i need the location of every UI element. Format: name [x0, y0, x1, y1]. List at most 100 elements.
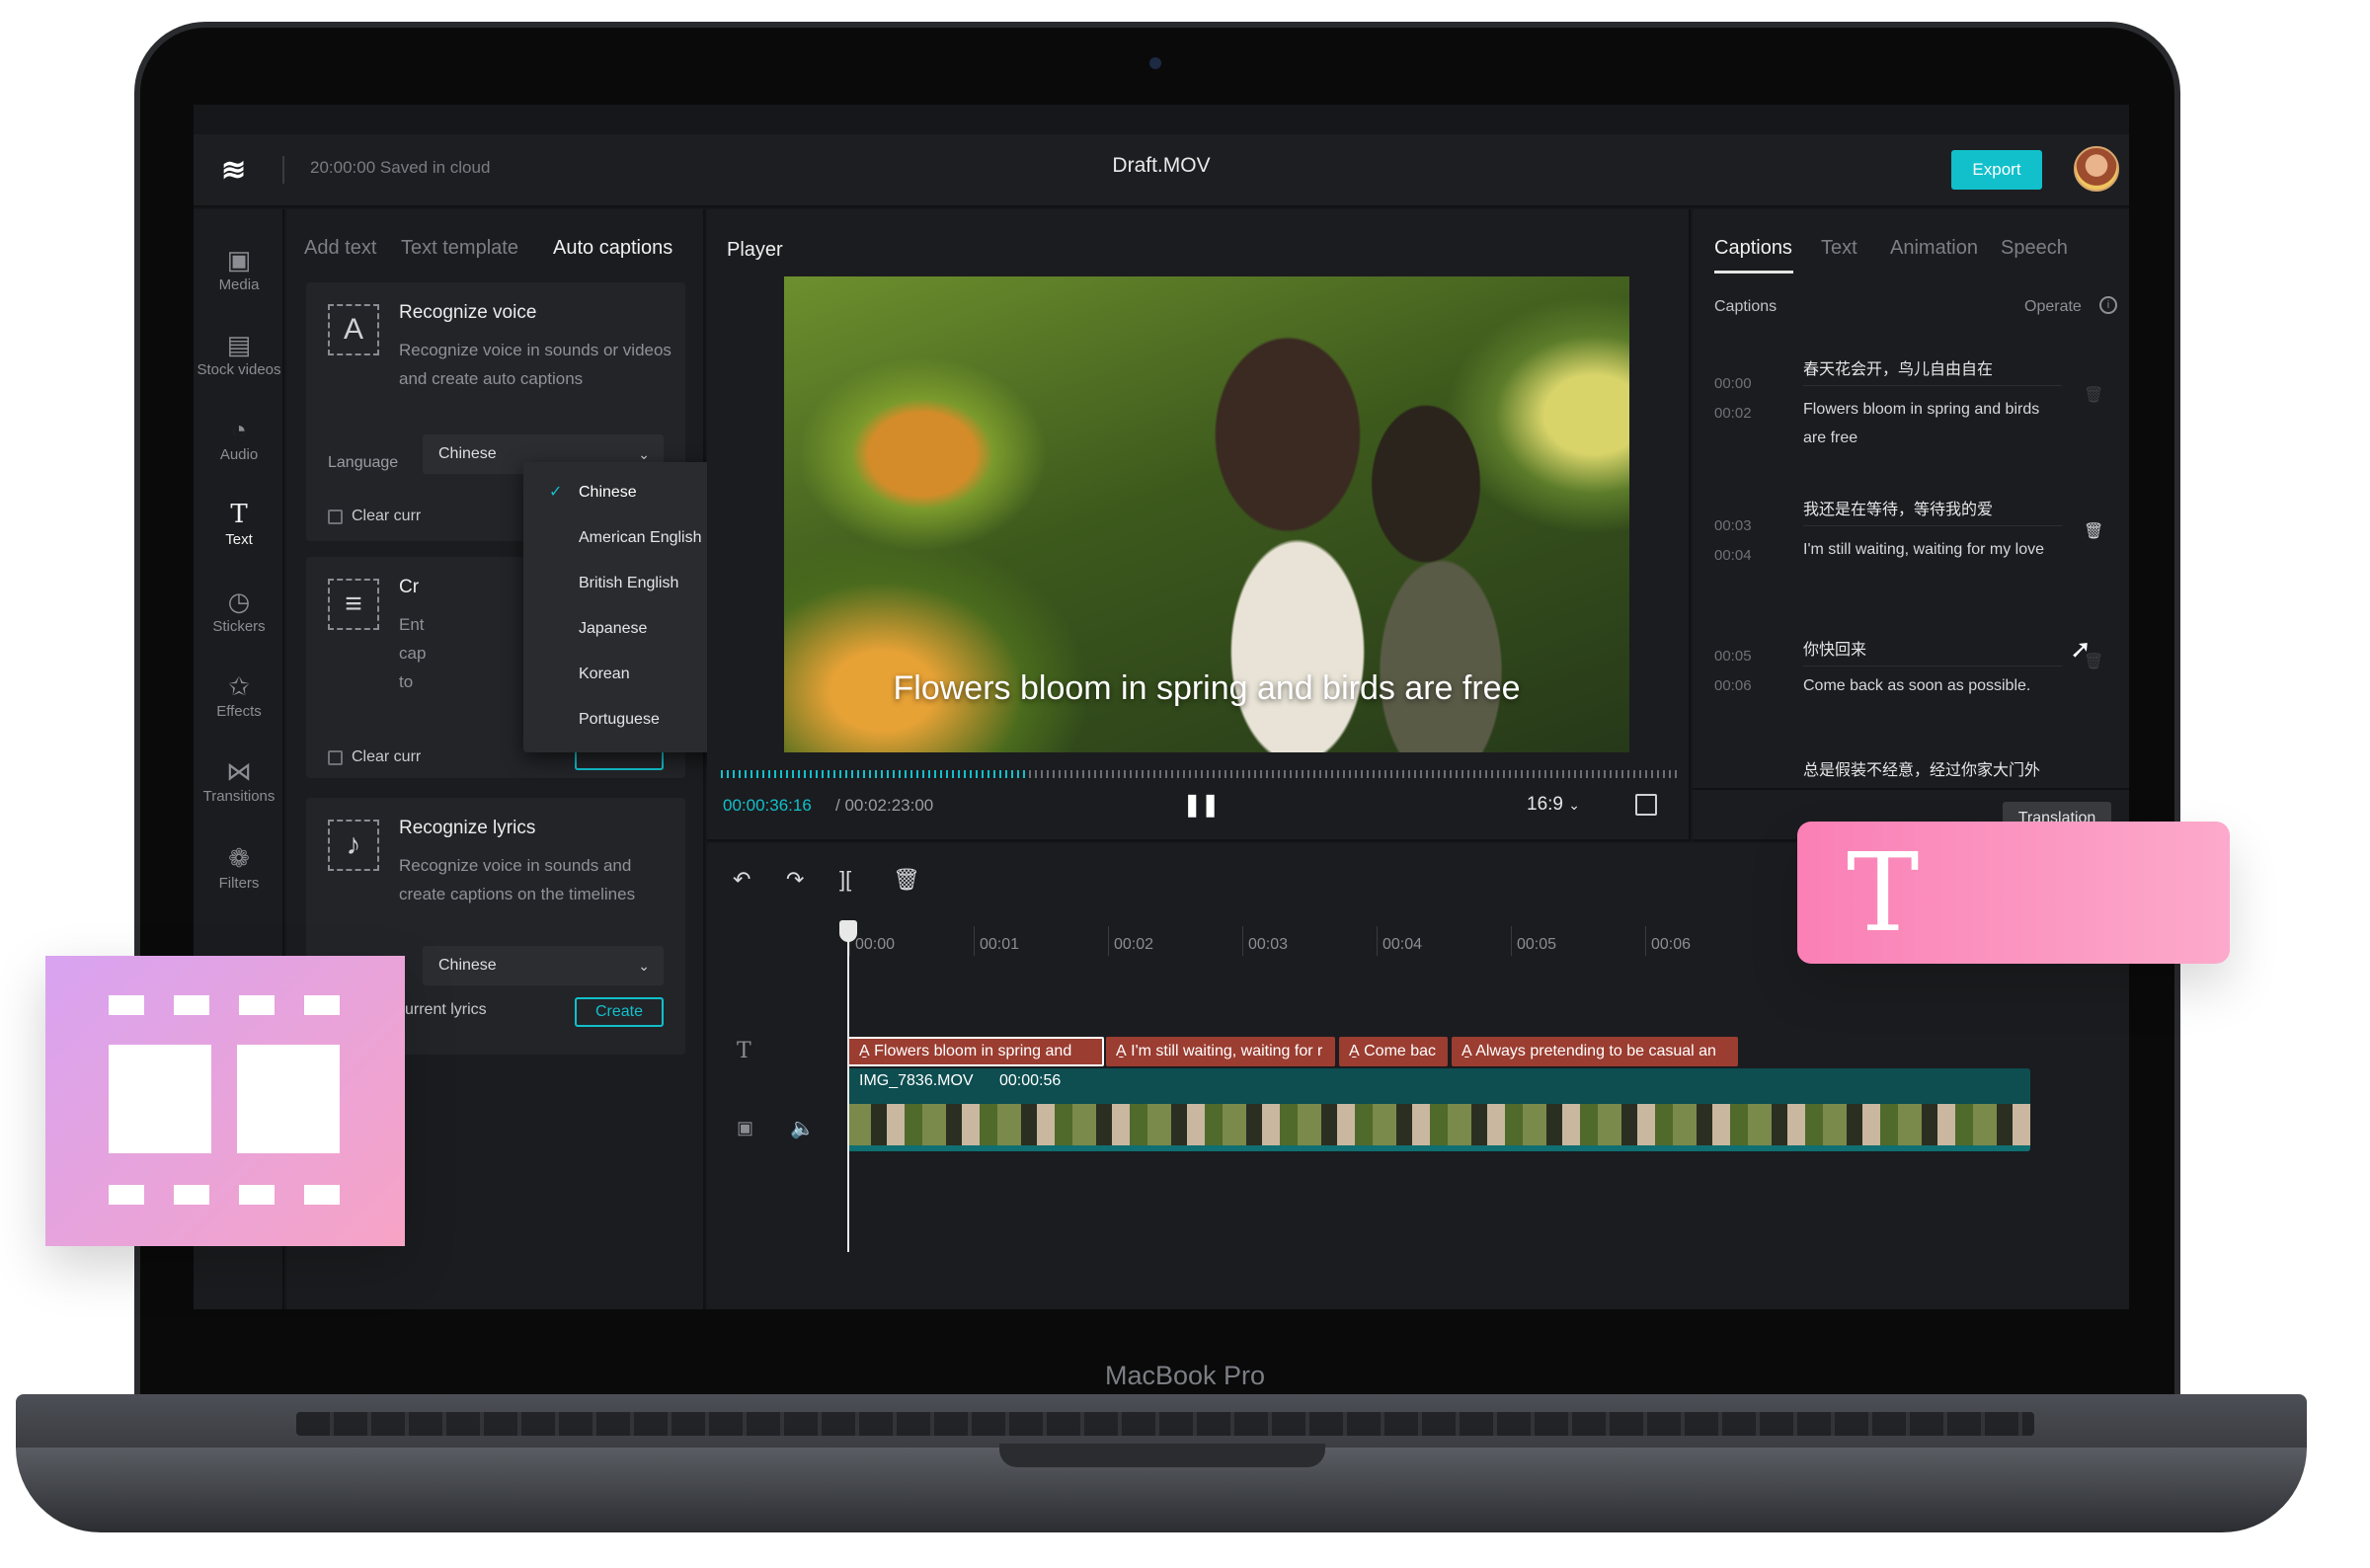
rail-item-media[interactable]: ▣ Media: [194, 243, 284, 293]
card-title: Recognize lyrics: [399, 818, 536, 838]
captions-panel: Captions Text Animation Speech Captions …: [1693, 209, 2129, 841]
film-hole: [304, 1185, 340, 1205]
recognize-lyrics-icon: ♪: [328, 820, 379, 871]
clear-checkbox[interactable]: [328, 750, 343, 765]
fullscreen-icon[interactable]: [1635, 794, 1657, 816]
volume-icon[interactable]: 🔈: [790, 1116, 815, 1140]
lyrics-language-select[interactable]: Chinese ⌄: [423, 946, 664, 985]
video-preview[interactable]: Flowers bloom in spring and birds are fr…: [784, 276, 1629, 752]
export-button[interactable]: Export: [1951, 150, 2042, 190]
active-tab-indicator: [1714, 271, 1793, 274]
card-title: Recognize voice: [399, 302, 537, 323]
rail-label: Stock videos: [197, 361, 281, 378]
caption-english[interactable]: I'm still waiting, waiting for my love: [1803, 535, 2062, 564]
tab-auto-captions[interactable]: Auto captions: [553, 237, 672, 260]
rail-label: Effects: [216, 703, 262, 720]
caption-end: 00:06: [1714, 677, 1752, 694]
clip-label: I'm still waiting, waiting for r: [1131, 1043, 1323, 1059]
ratio-value: 16:9: [1527, 794, 1563, 815]
device-brand: MacBook Pro: [1104, 1361, 1266, 1390]
tab-text-template[interactable]: Text template: [401, 237, 518, 260]
text-clip-icon: A̱: [859, 1043, 870, 1059]
tab-text[interactable]: Text: [1821, 237, 1857, 260]
text-icon: T: [1847, 829, 1920, 956]
text-clip[interactable]: A̱ Always pretending to be casual an: [1452, 1037, 1738, 1066]
rail-label: Stickers: [212, 618, 266, 635]
tab-captions[interactable]: Captions: [1714, 237, 1792, 260]
clip-label: Come bac: [1364, 1043, 1437, 1059]
chevron-down-icon: ⌄: [1568, 797, 1580, 813]
caption-chinese: 总是假装不经意，经过你家大门外: [1803, 762, 2041, 779]
trash-icon[interactable]: 🗑: [2084, 521, 2103, 541]
text-clip[interactable]: A̱ Flowers bloom in spring and: [847, 1037, 1104, 1066]
select-value: Chinese: [438, 957, 497, 974]
caption-end: 00:02: [1714, 405, 1752, 422]
ruler-label: 00:00: [855, 936, 896, 953]
video-track-icon: ▣: [737, 1118, 754, 1137]
clear-checkbox[interactable]: [328, 510, 343, 524]
caption-english[interactable]: Flowers bloom in spring and birds are fr…: [1803, 395, 2062, 452]
rail-item-stickers[interactable]: ◷ Stickers: [194, 585, 284, 635]
rail-label: Media: [218, 276, 260, 293]
audio-icon: ◔: [231, 415, 247, 444]
caption-chinese: 春天花会开，鸟儿自由自在: [1803, 361, 1994, 378]
laptop-notch: [999, 1444, 1325, 1467]
split-icon[interactable]: ][: [839, 867, 851, 893]
clear-lyrics-label: urrent lyrics: [405, 1001, 487, 1018]
text-feature-card: T: [1797, 822, 2230, 964]
app-window: ≋ 20:00:00 Saved in cloud Draft.MOV Expo…: [194, 105, 2129, 1309]
rail-label: Audio: [219, 446, 259, 463]
pause-icon[interactable]: ❚❚: [1183, 792, 1220, 818]
caption-english[interactable]: Come back as soon as possible.: [1803, 671, 2062, 700]
video-clip[interactable]: IMG_7836.MOV 00:00:56: [847, 1068, 2030, 1151]
rail-item-effects[interactable]: ✩ Effects: [194, 669, 284, 720]
current-time: 00:00:36:16: [723, 796, 812, 815]
create-captions-icon: ≡: [328, 579, 379, 630]
rail-item-filters[interactable]: ❁ Filters: [194, 841, 284, 892]
keyboard-hint: [296, 1412, 2034, 1436]
redo-icon[interactable]: ↷: [786, 867, 804, 893]
tab-animation[interactable]: Animation: [1890, 237, 1978, 260]
rail-item-text[interactable]: T Text: [194, 498, 284, 548]
playhead[interactable]: [847, 920, 849, 1252]
document-title: Draft.MOV: [1112, 154, 1211, 177]
ruler-label: 00:03: [1248, 936, 1289, 953]
captions-section-label: Captions: [1714, 298, 1778, 315]
delete-icon[interactable]: 🗑: [893, 867, 920, 893]
ruler-label: 00:02: [1114, 936, 1154, 953]
trash-icon[interactable]: 🗑: [2084, 385, 2103, 405]
avatar[interactable]: [2074, 146, 2119, 192]
media-icon: ▣: [226, 245, 252, 274]
create-button[interactable]: Create: [575, 997, 664, 1027]
aspect-ratio-select[interactable]: 16:9 ⌄: [1527, 794, 1580, 816]
total-time: / 00:02:23:00: [835, 796, 934, 815]
transitions-icon: ⋈: [226, 756, 252, 786]
camera-icon: [1149, 57, 1161, 69]
rail-item-transitions[interactable]: ⋈ Transitions: [194, 754, 284, 805]
text-clip[interactable]: A̱ I'm still waiting, waiting for r: [1106, 1037, 1335, 1066]
menu-label: Chinese: [579, 484, 637, 501]
film-hole: [174, 995, 209, 1015]
tab-add-text[interactable]: Add text: [304, 237, 376, 260]
rail-item-stock-videos[interactable]: ▤ Stock videos: [194, 328, 284, 378]
operate-label: Operate: [2024, 298, 2082, 315]
rail-item-audio[interactable]: ◔ Audio: [194, 413, 284, 463]
video-thumbnails: [847, 1104, 2030, 1147]
ruler-tick: [1511, 926, 1512, 956]
ruler-label: 00:01: [980, 936, 1020, 953]
ruler-label: 00:05: [1517, 936, 1557, 953]
clip-label: Always pretending to be casual an: [1475, 1043, 1716, 1059]
film-hole: [239, 995, 275, 1015]
clear-label: Clear curr: [352, 748, 422, 765]
info-icon[interactable]: i: [2099, 296, 2117, 314]
playhead-handle[interactable]: [839, 920, 857, 942]
ruler-tick: [1377, 926, 1378, 956]
tab-speech[interactable]: Speech: [2001, 237, 2068, 260]
text-clip[interactable]: A̱ Come bac: [1339, 1037, 1448, 1066]
top-bar: ≋ 20:00:00 Saved in cloud Draft.MOV Expo…: [194, 134, 2129, 207]
undo-icon[interactable]: ↶: [733, 867, 750, 893]
effects-icon: ✩: [228, 671, 250, 701]
film-hole: [109, 1185, 144, 1205]
rail-label: Filters: [218, 875, 260, 892]
film-hole: [109, 995, 144, 1015]
